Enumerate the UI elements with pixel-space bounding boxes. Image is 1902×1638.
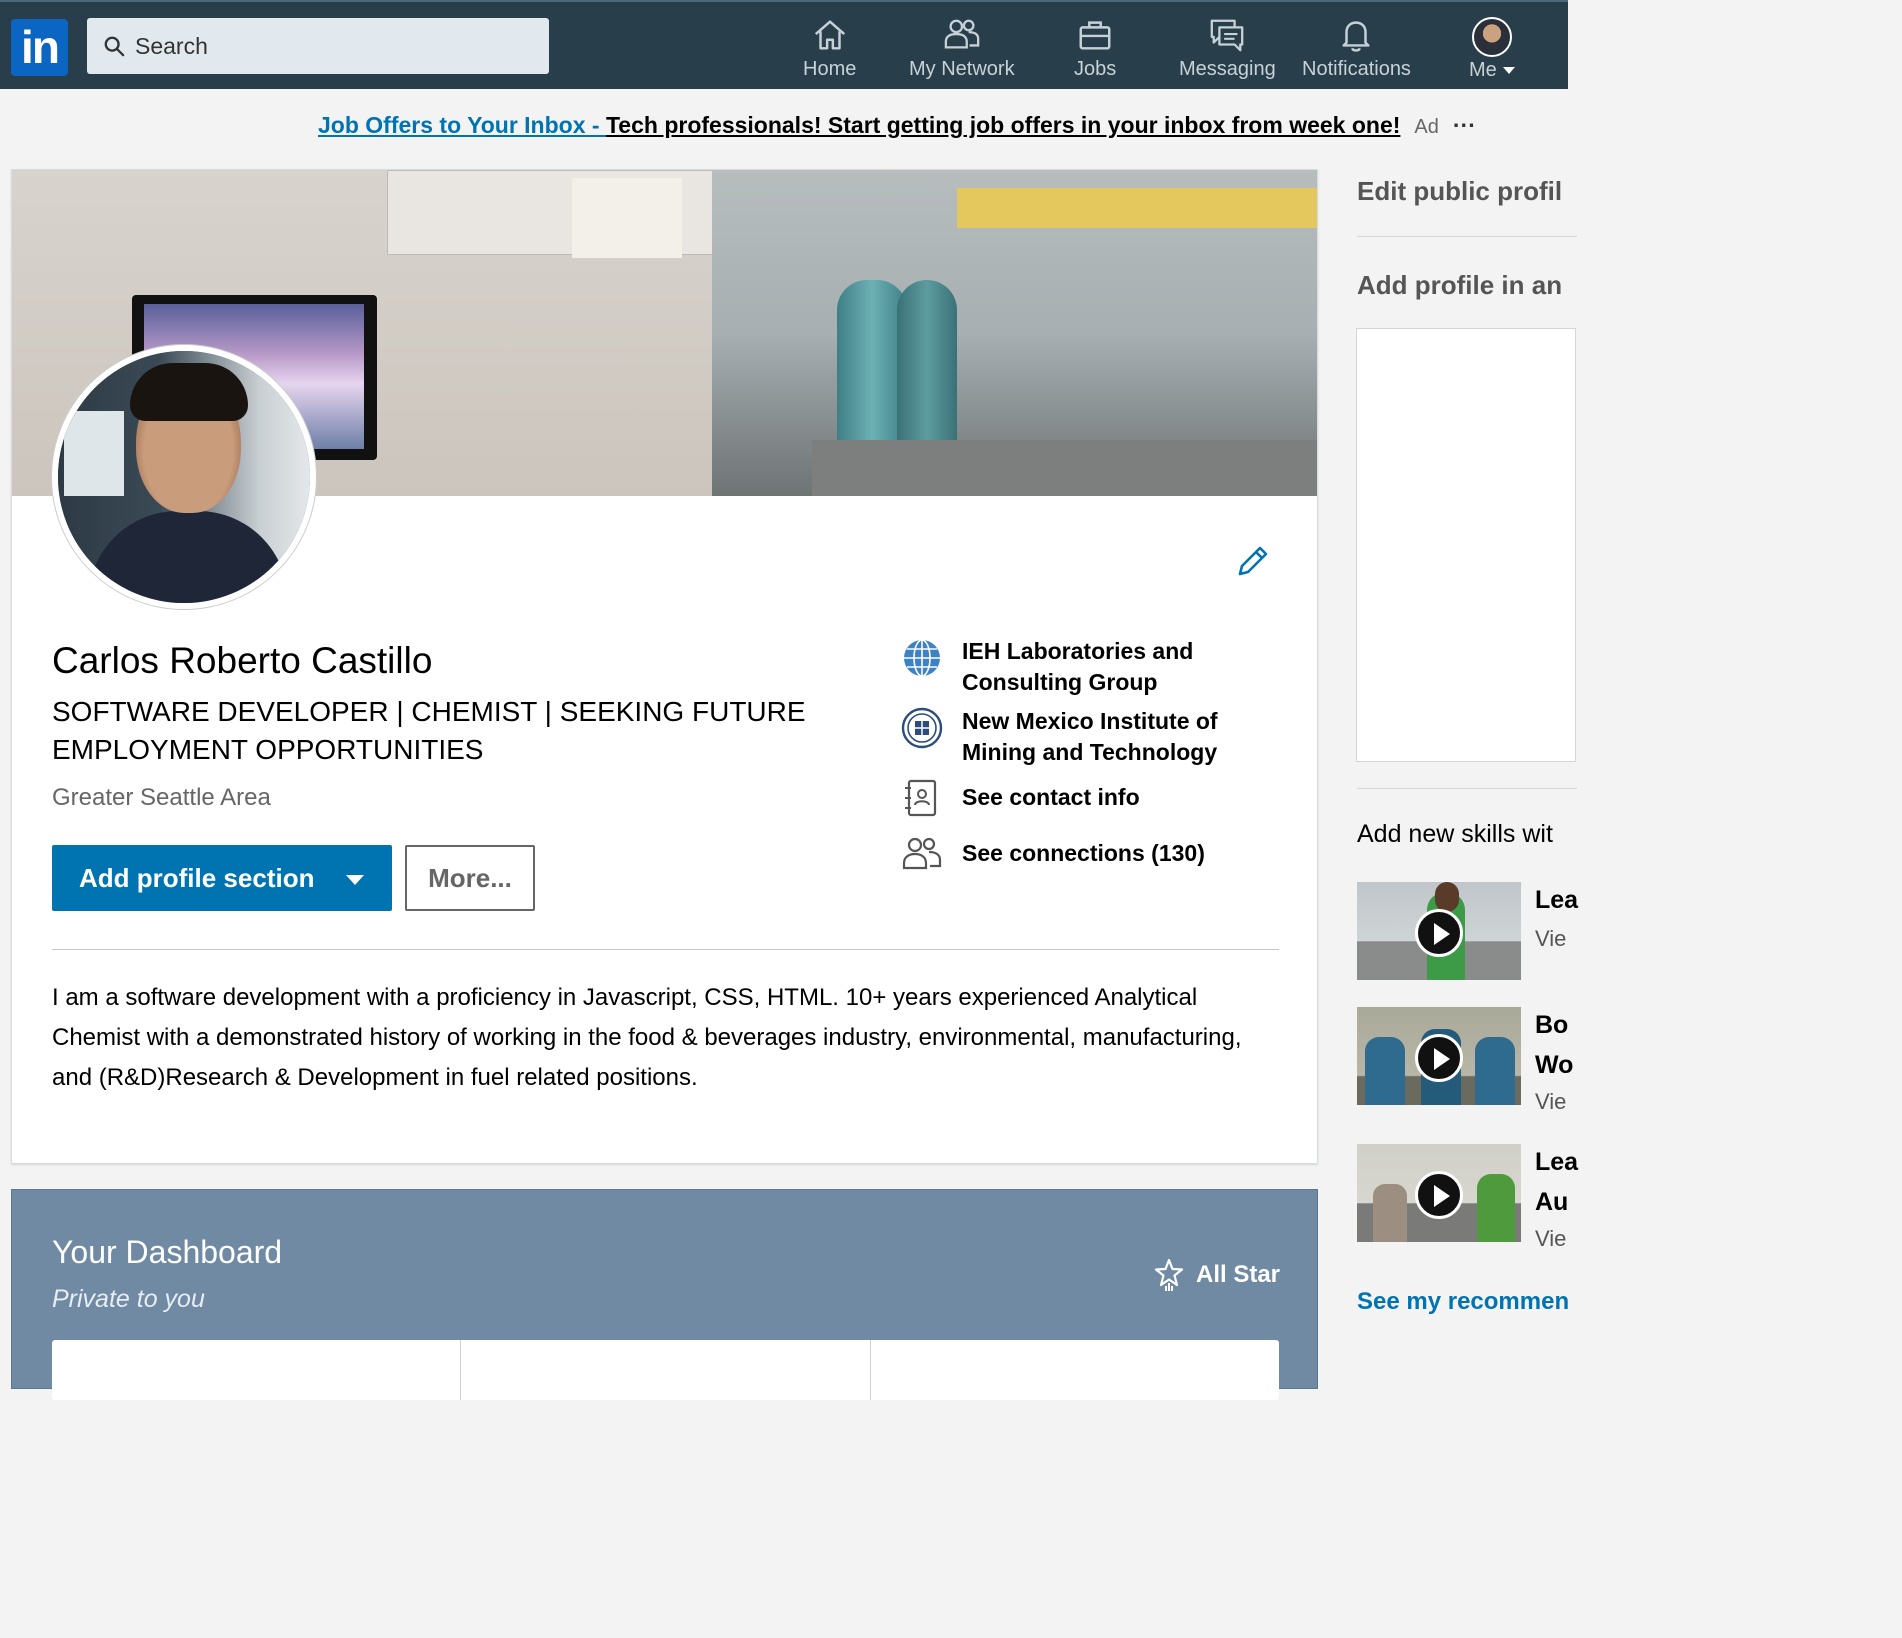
side-item-company[interactable]: IEH Laboratories and Consulting Group [900,636,1272,698]
course-thumbnail[interactable] [1357,882,1521,980]
course-view: Vie [1535,1226,1567,1251]
course-title-line2: Wo [1535,1051,1574,1079]
course-title: Bo [1535,1011,1569,1039]
course-view: Vie [1535,1089,1567,1114]
dashboard-title: Your Dashboard [52,1234,283,1270]
search-box[interactable] [87,18,549,74]
course-item[interactable]: Bo Wo Vie [1357,1007,1577,1114]
all-star-badge[interactable]: All Star [1154,1258,1280,1292]
contact-card-icon [905,779,937,817]
company-globe-icon [904,639,940,677]
play-icon[interactable] [1415,1171,1463,1219]
profile-name: Carlos Roberto Castillo [52,640,433,681]
profile-photo[interactable] [52,345,316,609]
nav-home[interactable]: Home [803,16,856,86]
rail-ad-box [1356,328,1576,762]
star-icon [1154,1258,1184,1291]
ad-text[interactable]: Tech professionals! Start getting job of… [606,112,1400,138]
side-item-contact[interactable]: See contact info [900,776,1272,820]
course-thumbnail[interactable] [1357,1144,1521,1242]
nav-jobs-label: Jobs [1074,58,1117,80]
all-star-label: All Star [1196,1261,1281,1288]
nav-messaging[interactable]: Messaging [1179,16,1276,86]
edit-pencil-icon[interactable] [1234,544,1270,580]
add-profile-language-link[interactable]: Add profile in an [1357,270,1562,301]
course-title: Lea [1535,886,1579,914]
ad-banner[interactable]: Job Offers to Your Inbox - Tech professi… [318,112,1476,139]
connections-icon [902,837,942,870]
chevron-down-icon [1502,67,1515,75]
course-view: Vie [1535,926,1567,951]
course-title: Lea [1535,1148,1579,1176]
top-navigation-bar: in Home My Network Jobs Messaging Notifi… [0,0,1568,89]
dashboard-card: Your Dashboard Private to you All Star [11,1189,1318,1400]
messaging-icon [1211,19,1244,52]
side-item-contact-label: See contact info [962,784,1140,810]
ad-tag: Ad [1414,116,1439,138]
course-title-line2: Au [1535,1188,1569,1216]
school-seal-icon [901,707,943,749]
more-button[interactable]: More... [405,845,535,911]
ad-link[interactable]: Job Offers to Your Inbox - [318,112,606,138]
divider [1357,788,1577,789]
course-item[interactable]: Lea Au Vie [1357,1144,1579,1251]
chevron-down-icon [346,875,364,885]
bell-icon [1342,21,1371,52]
profile-card: Carlos Roberto Castillo SOFTWARE DEVELOP… [11,169,1318,1164]
search-icon [104,36,125,57]
see-recommendations-link[interactable]: See my recommen [1357,1288,1569,1316]
side-item-school[interactable]: New Mexico Institute of Mining and Techn… [900,706,1272,768]
nav-messaging-label: Messaging [1179,58,1276,80]
profile-summary: I am a software development with a profi… [52,984,1242,1091]
divider [1357,236,1577,237]
side-item-connections[interactable]: See connections (130) [900,832,1272,876]
side-item-company-label: IEH Laboratories and Consulting Group [962,638,1194,695]
dashboard-subtitle: Private to you [52,1285,205,1313]
nav-jobs[interactable]: Jobs [1074,16,1116,86]
home-icon [814,20,845,50]
nav-me-label: Me [1469,59,1497,81]
briefcase-icon [1079,21,1111,50]
profile-headline: SOFTWARE DEVELOPER | CHEMIST | SEEKING F… [52,696,806,765]
side-item-connections-label: See connections (130) [962,840,1205,866]
linkedin-logo[interactable]: in [11,19,68,76]
play-icon[interactable] [1415,909,1463,957]
divider [52,949,1279,950]
search-input[interactable] [135,32,535,60]
nav-me[interactable]: Me [1469,17,1515,87]
avatar [1471,17,1512,57]
nav-home-label: Home [803,58,857,80]
play-icon[interactable] [1415,1034,1463,1082]
nav-notifications-label: Notifications [1302,58,1411,80]
ad-more-button[interactable]: ··· [1453,112,1476,138]
dashboard-stats-panel [52,1340,1279,1400]
edit-public-profile-link[interactable]: Edit public profil [1357,176,1562,207]
profile-location: Greater Seattle Area [52,784,271,811]
course-item[interactable]: Lea Vie [1357,882,1579,982]
side-item-school-label: New Mexico Institute of Mining and Techn… [962,708,1218,765]
learning-skills-title: Add new skills wit [1357,820,1553,848]
add-profile-section-button[interactable]: Add profile section [52,845,392,911]
nav-my-network-label: My Network [909,58,1015,80]
network-icon [944,19,980,49]
nav-notifications[interactable]: Notifications [1302,16,1411,86]
add-profile-section-label: Add profile section [79,862,315,893]
course-thumbnail[interactable] [1357,1007,1521,1105]
nav-my-network[interactable]: My Network [909,16,1015,86]
